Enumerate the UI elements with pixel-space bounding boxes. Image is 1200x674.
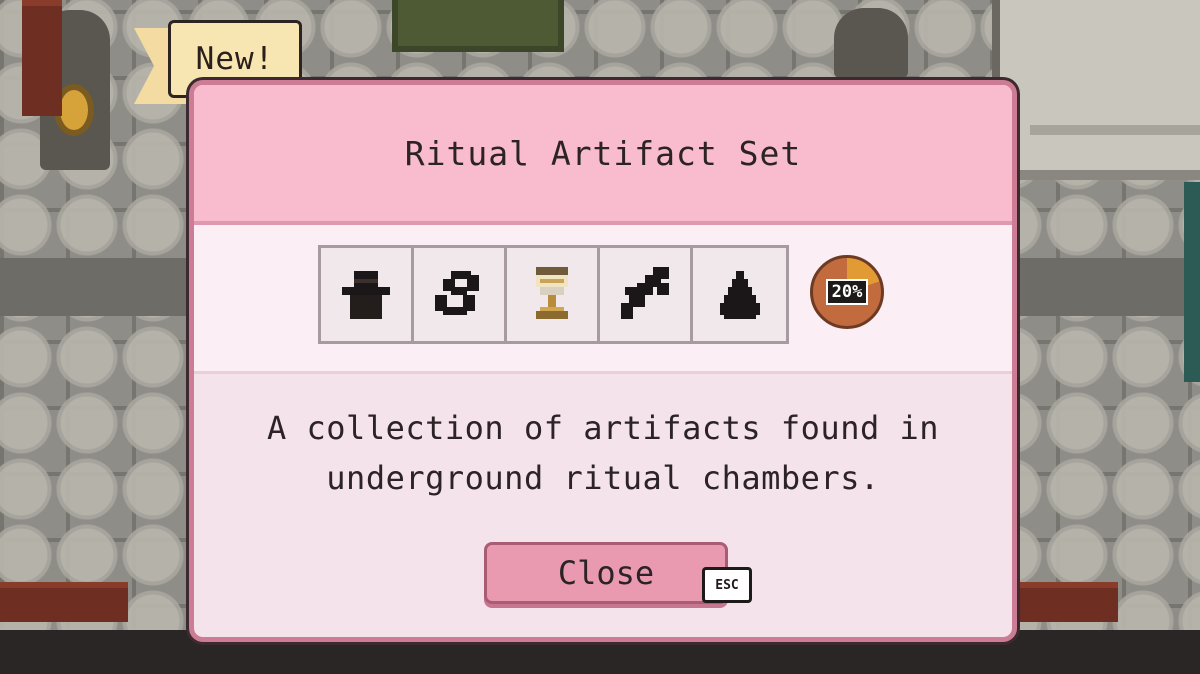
- wall-decoration: [1184, 182, 1200, 382]
- lamp-icon: [60, 90, 88, 130]
- stone-pyramid-silhouette-icon: [719, 270, 760, 319]
- artifact-slot[interactable]: [414, 248, 507, 341]
- rug: [392, 0, 564, 52]
- collection-dialog: Ritual Artifact Set 20% A collection of …: [189, 80, 1017, 642]
- description-line: A collection of artifacts found in: [266, 409, 940, 447]
- bench: [1000, 582, 1118, 622]
- artifact-slot[interactable]: [507, 248, 600, 341]
- progress-label: 20%: [825, 279, 869, 305]
- back-wall: [992, 0, 1200, 180]
- artifact-slots: [318, 245, 789, 344]
- bench: [22, 0, 62, 116]
- dialog-header: Ritual Artifact Set: [194, 85, 1012, 225]
- artifact-slot[interactable]: [321, 248, 414, 341]
- rope-coil-silhouette-icon: [435, 270, 479, 315]
- pillar: [834, 8, 908, 78]
- hat-silhouette-icon: [342, 270, 390, 319]
- description-line: underground ritual chambers.: [326, 459, 880, 497]
- dagger-silhouette-icon: [621, 266, 669, 319]
- artifact-slot[interactable]: [693, 248, 786, 341]
- esc-key-hint: ESC: [702, 567, 752, 603]
- bench: [0, 582, 128, 622]
- dialog-description: A collection of artifacts found in under…: [224, 403, 982, 503]
- dialog-title: Ritual Artifact Set: [404, 133, 802, 173]
- collection-progress: 20%: [810, 255, 884, 329]
- close-button[interactable]: Close: [484, 542, 728, 604]
- chalice-icon: [536, 266, 568, 319]
- artifact-slot[interactable]: [600, 248, 693, 341]
- artifact-row: 20%: [194, 225, 1012, 374]
